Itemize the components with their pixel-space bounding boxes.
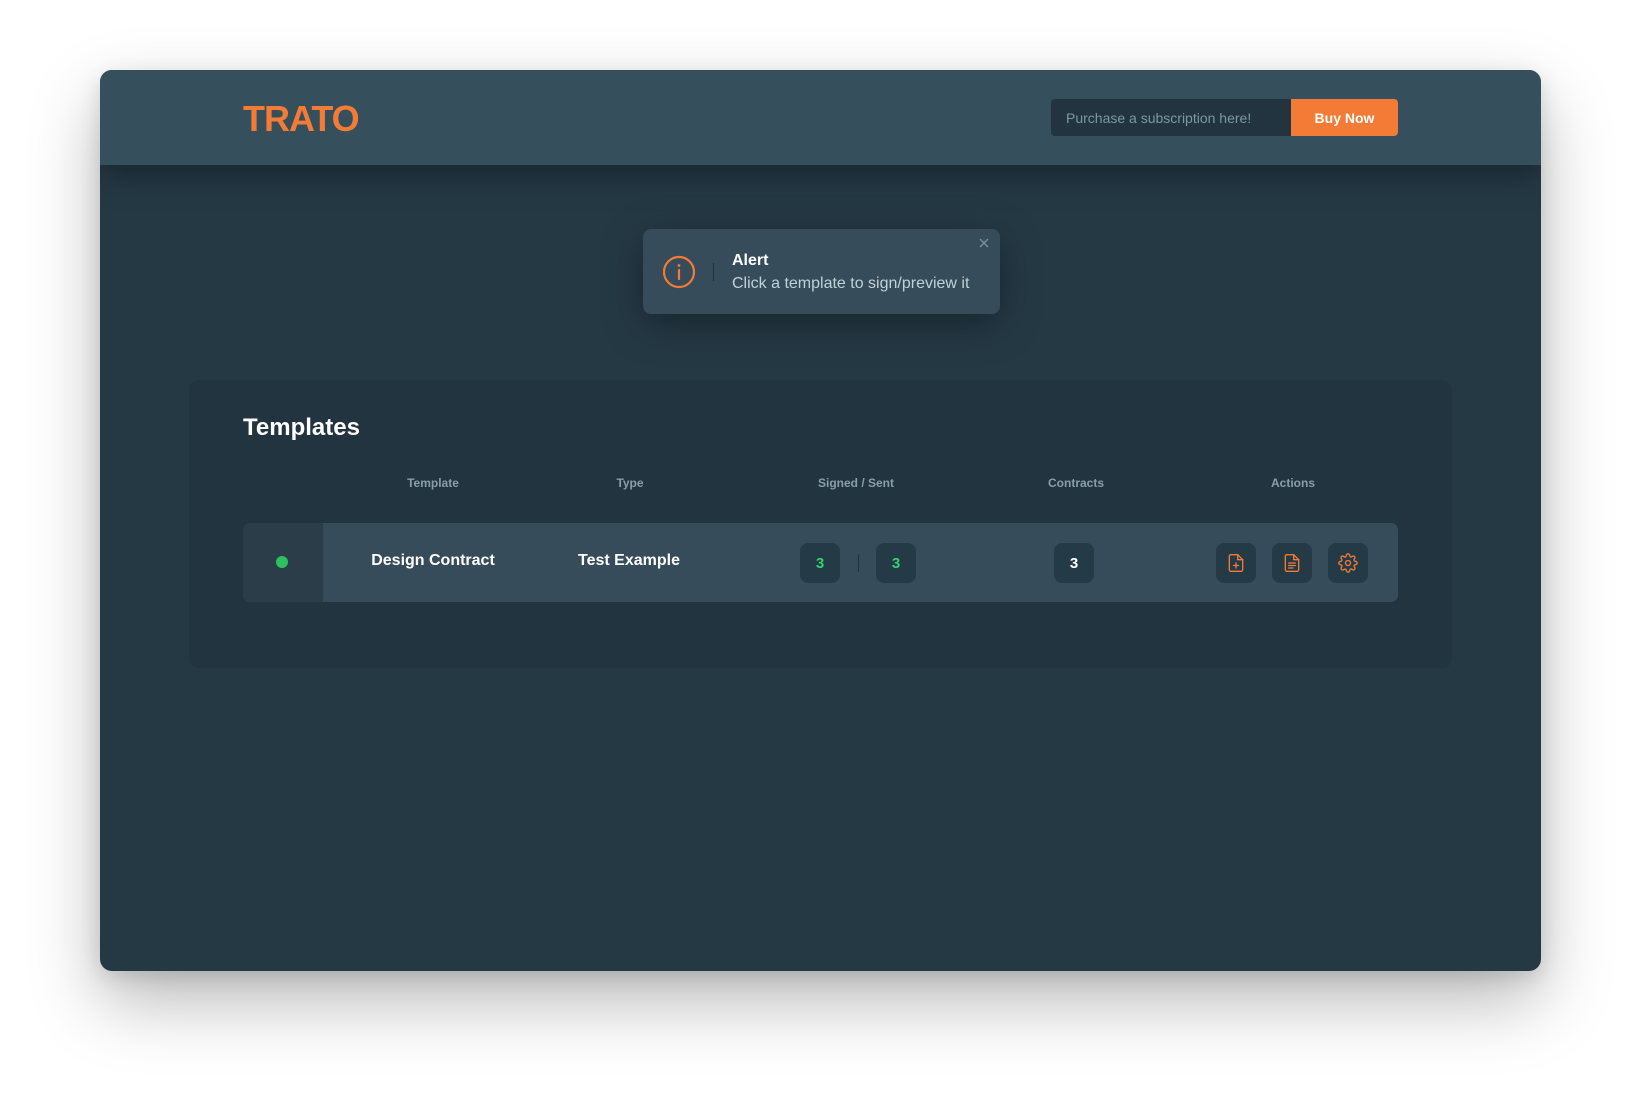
status-dot <box>276 556 288 568</box>
sent-count-badge: 3 <box>876 543 916 583</box>
template-name[interactable]: Design Contract <box>371 552 495 570</box>
new-contract-button[interactable] <box>1216 543 1256 583</box>
panel-title: Templates <box>243 414 360 441</box>
top-navbar: TRATO Buy Now <box>100 70 1541 165</box>
logo[interactable]: TRATO <box>243 98 360 140</box>
alert-title: Alert <box>732 252 769 269</box>
app-window: TRATO Buy Now Alert Click a template to … <box>100 70 1541 971</box>
info-circle-icon <box>662 255 696 289</box>
file-text-icon <box>1284 554 1300 572</box>
column-header-signed-sent: Signed / Sent <box>817 476 895 490</box>
row-status-cell <box>243 523 323 602</box>
settings-button[interactable] <box>1328 543 1368 583</box>
subscription-form: Buy Now <box>1051 99 1398 136</box>
buy-now-button[interactable]: Buy Now <box>1291 99 1398 136</box>
contracts-count-badge: 3 <box>1054 543 1094 583</box>
alert-message: Click a template to sign/preview it <box>732 275 970 292</box>
column-header-contracts: Contracts <box>1047 476 1105 490</box>
column-header-type: Type <box>616 476 644 490</box>
signed-sent-separator <box>858 554 859 572</box>
template-type: Test Example <box>578 552 680 569</box>
gear-icon <box>1338 553 1358 573</box>
column-header-actions: Actions <box>1270 476 1316 490</box>
file-plus-icon <box>1228 554 1244 572</box>
table-row[interactable]: Design Contract Test Example 3 3 3 <box>243 523 1398 602</box>
close-icon[interactable] <box>976 235 992 251</box>
signed-count-badge: 3 <box>800 543 840 583</box>
alert-toast: Alert Click a template to sign/preview i… <box>643 229 1000 314</box>
view-contracts-button[interactable] <box>1272 543 1312 583</box>
templates-panel: Templates Template Type Signed / Sent Co… <box>189 380 1452 668</box>
alert-divider <box>713 263 714 281</box>
subscription-input[interactable] <box>1051 99 1291 136</box>
column-header-template: Template <box>407 476 459 490</box>
